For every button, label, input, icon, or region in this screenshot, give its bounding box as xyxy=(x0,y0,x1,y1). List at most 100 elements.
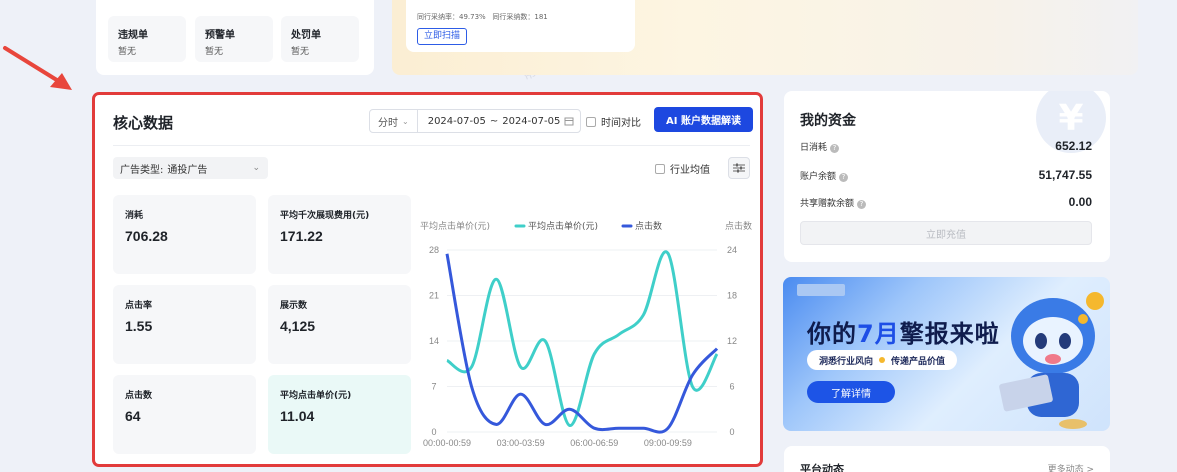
ad-type-value: 通投广告 xyxy=(167,164,208,176)
metric-label: 点击数 xyxy=(125,391,153,401)
help-icon[interactable]: ? xyxy=(839,172,849,182)
scan-now-button[interactable]: 立即扫描 xyxy=(417,28,468,45)
metric-card-cpm[interactable]: 平均千次展现费用(元) 171.22 xyxy=(268,195,411,274)
scan-panel: 同行采纳率：49.73% 同行采纳数：181 立即扫描 xyxy=(406,0,635,52)
metric-card-impressions[interactable]: 展示数 4,125 xyxy=(268,285,411,364)
industry-average-label: 行业均值 xyxy=(670,165,710,176)
annotation-arrow-icon xyxy=(3,46,72,90)
dot-icon xyxy=(879,357,886,363)
peer-adoption-rate: 同行采纳率：49.73% xyxy=(417,13,486,21)
penalty-value: 暂无 xyxy=(205,47,224,57)
penalty-item-punishment[interactable]: 处罚单 暂无 xyxy=(281,16,359,62)
calendar-icon xyxy=(564,117,574,126)
core-data-title: 核心数据 xyxy=(113,114,174,132)
more-news-link[interactable]: 更多动态 > xyxy=(1048,462,1094,472)
platform-news-card: 平台动态 更多动态 > xyxy=(784,446,1110,472)
penalty-title: 预警单 xyxy=(205,30,235,41)
banner-sub2: 传递产品价值 xyxy=(891,356,946,367)
series-line-clicks xyxy=(445,253,719,434)
monthly-report-banner[interactable]: 你的7月擎报来啦 洞悉行业风向 传递产品价值 了解详情 xyxy=(783,277,1110,431)
metric-value: 1.55 xyxy=(125,318,153,334)
top-banner: 同行采纳率：49.73% 同行采纳数：181 立即扫描 xyxy=(392,0,1138,75)
fund-value: 0.00 xyxy=(1068,195,1092,209)
fund-label: 账户余额 xyxy=(800,171,837,182)
fund-row-balance: 账户余额? 51,747.55 xyxy=(800,168,1092,182)
fund-label: 日消耗 xyxy=(800,142,828,153)
series-line-cpc xyxy=(446,250,719,428)
y-right-tick-label: 12 xyxy=(727,336,737,346)
penalty-title: 处罚单 xyxy=(291,30,321,41)
metric-value: 171.22 xyxy=(280,228,323,244)
metric-label: 展示数 xyxy=(280,301,308,311)
penalty-value: 暂无 xyxy=(291,47,310,57)
y-right-tick-label: 0 xyxy=(729,427,734,437)
trend-chart-svg: 平均点击单价(元) 点击数 平均点击单价(元) 点击数 0 7 14 21 28 0 6 12 18 24… xyxy=(420,220,752,448)
help-icon[interactable]: ? xyxy=(857,199,867,209)
granularity-select[interactable]: 分时 ⌄ xyxy=(370,110,418,132)
industry-average-toggle[interactable]: 行业均值 xyxy=(655,161,710,176)
checkbox-icon[interactable] xyxy=(586,116,596,127)
metric-value: 4,125 xyxy=(280,318,316,334)
y-right-axis-title: 点击数 xyxy=(725,220,752,232)
checkbox-icon[interactable] xyxy=(655,163,665,174)
platform-news-title: 平台动态 xyxy=(800,463,844,472)
headline-pre: 你的 xyxy=(807,320,857,348)
metric-settings-button[interactable] xyxy=(728,157,750,179)
metric-card-ctr[interactable]: 点击率 1.55 xyxy=(113,285,256,364)
x-tick-label: 00:00-00:59 xyxy=(423,438,471,448)
blurred-label xyxy=(797,284,845,296)
time-compare-toggle[interactable]: 时间对比 xyxy=(586,114,641,129)
y-left-tick-label: 28 xyxy=(429,245,439,255)
funds-title: 我的资金 xyxy=(800,113,856,129)
metric-label: 平均千次展现费用(元) xyxy=(280,211,370,221)
funds-card: ¥ 我的资金 日消耗? 652.12 账户余额? 51,747.55 共享赠款余… xyxy=(784,91,1110,262)
fund-row-daily-spend: 日消耗? 652.12 xyxy=(800,139,1092,153)
y-right-tick-label: 6 xyxy=(729,382,734,392)
peer-stats: 同行采纳率：49.73% 同行采纳数：181 xyxy=(417,12,548,22)
time-compare-label: 时间对比 xyxy=(601,118,641,129)
banner-sub1: 洞悉行业风向 xyxy=(819,356,874,367)
metric-value: 706.28 xyxy=(125,228,168,244)
peer-adoption-count: 同行采纳数：181 xyxy=(492,13,548,21)
y-right-tick-label: 18 xyxy=(727,291,737,301)
date-range-picker[interactable]: 2024-07-05 ~ 2024-07-05 xyxy=(418,116,581,127)
metric-value: 11.04 xyxy=(280,408,315,424)
fund-value: 652.12 xyxy=(1055,139,1092,153)
metric-label: 消耗 xyxy=(125,211,144,221)
granularity-value: 分时 xyxy=(378,117,398,129)
banner-headline: 你的7月擎报来啦 xyxy=(807,314,1000,349)
y-left-tick-label: 0 xyxy=(431,427,436,437)
metric-card-cpc[interactable]: 平均点击单价(元) 11.04 xyxy=(268,375,411,454)
banner-subtitle: 洞悉行业风向 传递产品价值 xyxy=(807,350,958,370)
metric-label: 点击率 xyxy=(125,301,153,311)
metric-card-spend[interactable]: 消耗 706.28 xyxy=(113,195,256,274)
ad-type-select[interactable]: 广告类型: 通投广告 ⌄ xyxy=(113,157,268,179)
y-left-axis-title: 平均点击单价(元) xyxy=(420,220,490,232)
penalty-item-warning[interactable]: 预警单 暂无 xyxy=(195,16,273,62)
fund-value: 51,747.55 xyxy=(1038,168,1092,182)
penalty-summary-card: 违规单 暂无 预警单 暂无 处罚单 暂无 xyxy=(96,0,374,75)
sliders-icon xyxy=(733,163,745,173)
y-left-tick-label: 7 xyxy=(431,382,436,392)
penalty-value: 暂无 xyxy=(118,47,137,57)
recharge-button[interactable]: 立即充值 xyxy=(800,221,1092,245)
fund-row-shared-grant: 共享赠款余额? 0.00 xyxy=(800,195,1092,209)
learn-more-button[interactable]: 了解详情 xyxy=(807,381,895,403)
divider xyxy=(113,145,750,146)
y-left-tick-label: 14 xyxy=(429,336,439,346)
penalty-title: 违规单 xyxy=(118,30,148,41)
chevron-down-icon: ⌄ xyxy=(402,116,409,126)
page-margin xyxy=(1138,0,1177,472)
metric-card-clicks[interactable]: 点击数 64 xyxy=(113,375,256,454)
date-range-control: 分时 ⌄ 2024-07-05 ~ 2024-07-05 xyxy=(369,109,582,133)
date-start: 2024-07-05 xyxy=(427,115,486,127)
ad-type-label: 广告类型: xyxy=(120,164,164,176)
metric-label: 平均点击单价(元) xyxy=(280,391,352,401)
ai-analysis-button[interactable]: AI 账户数据解读 xyxy=(654,107,753,132)
metric-value: 64 xyxy=(125,408,141,424)
trend-chart: 平均点击单价(元) 点击数 平均点击单价(元) 点击数 0 7 14 21 28 0 6 12 18 24… xyxy=(420,217,755,462)
chevron-down-icon: ⌄ xyxy=(252,163,260,173)
penalty-item-violation[interactable]: 违规单 暂无 xyxy=(108,16,186,62)
legend-label: 平均点击单价(元) xyxy=(528,220,598,232)
help-icon[interactable]: ? xyxy=(830,143,840,153)
